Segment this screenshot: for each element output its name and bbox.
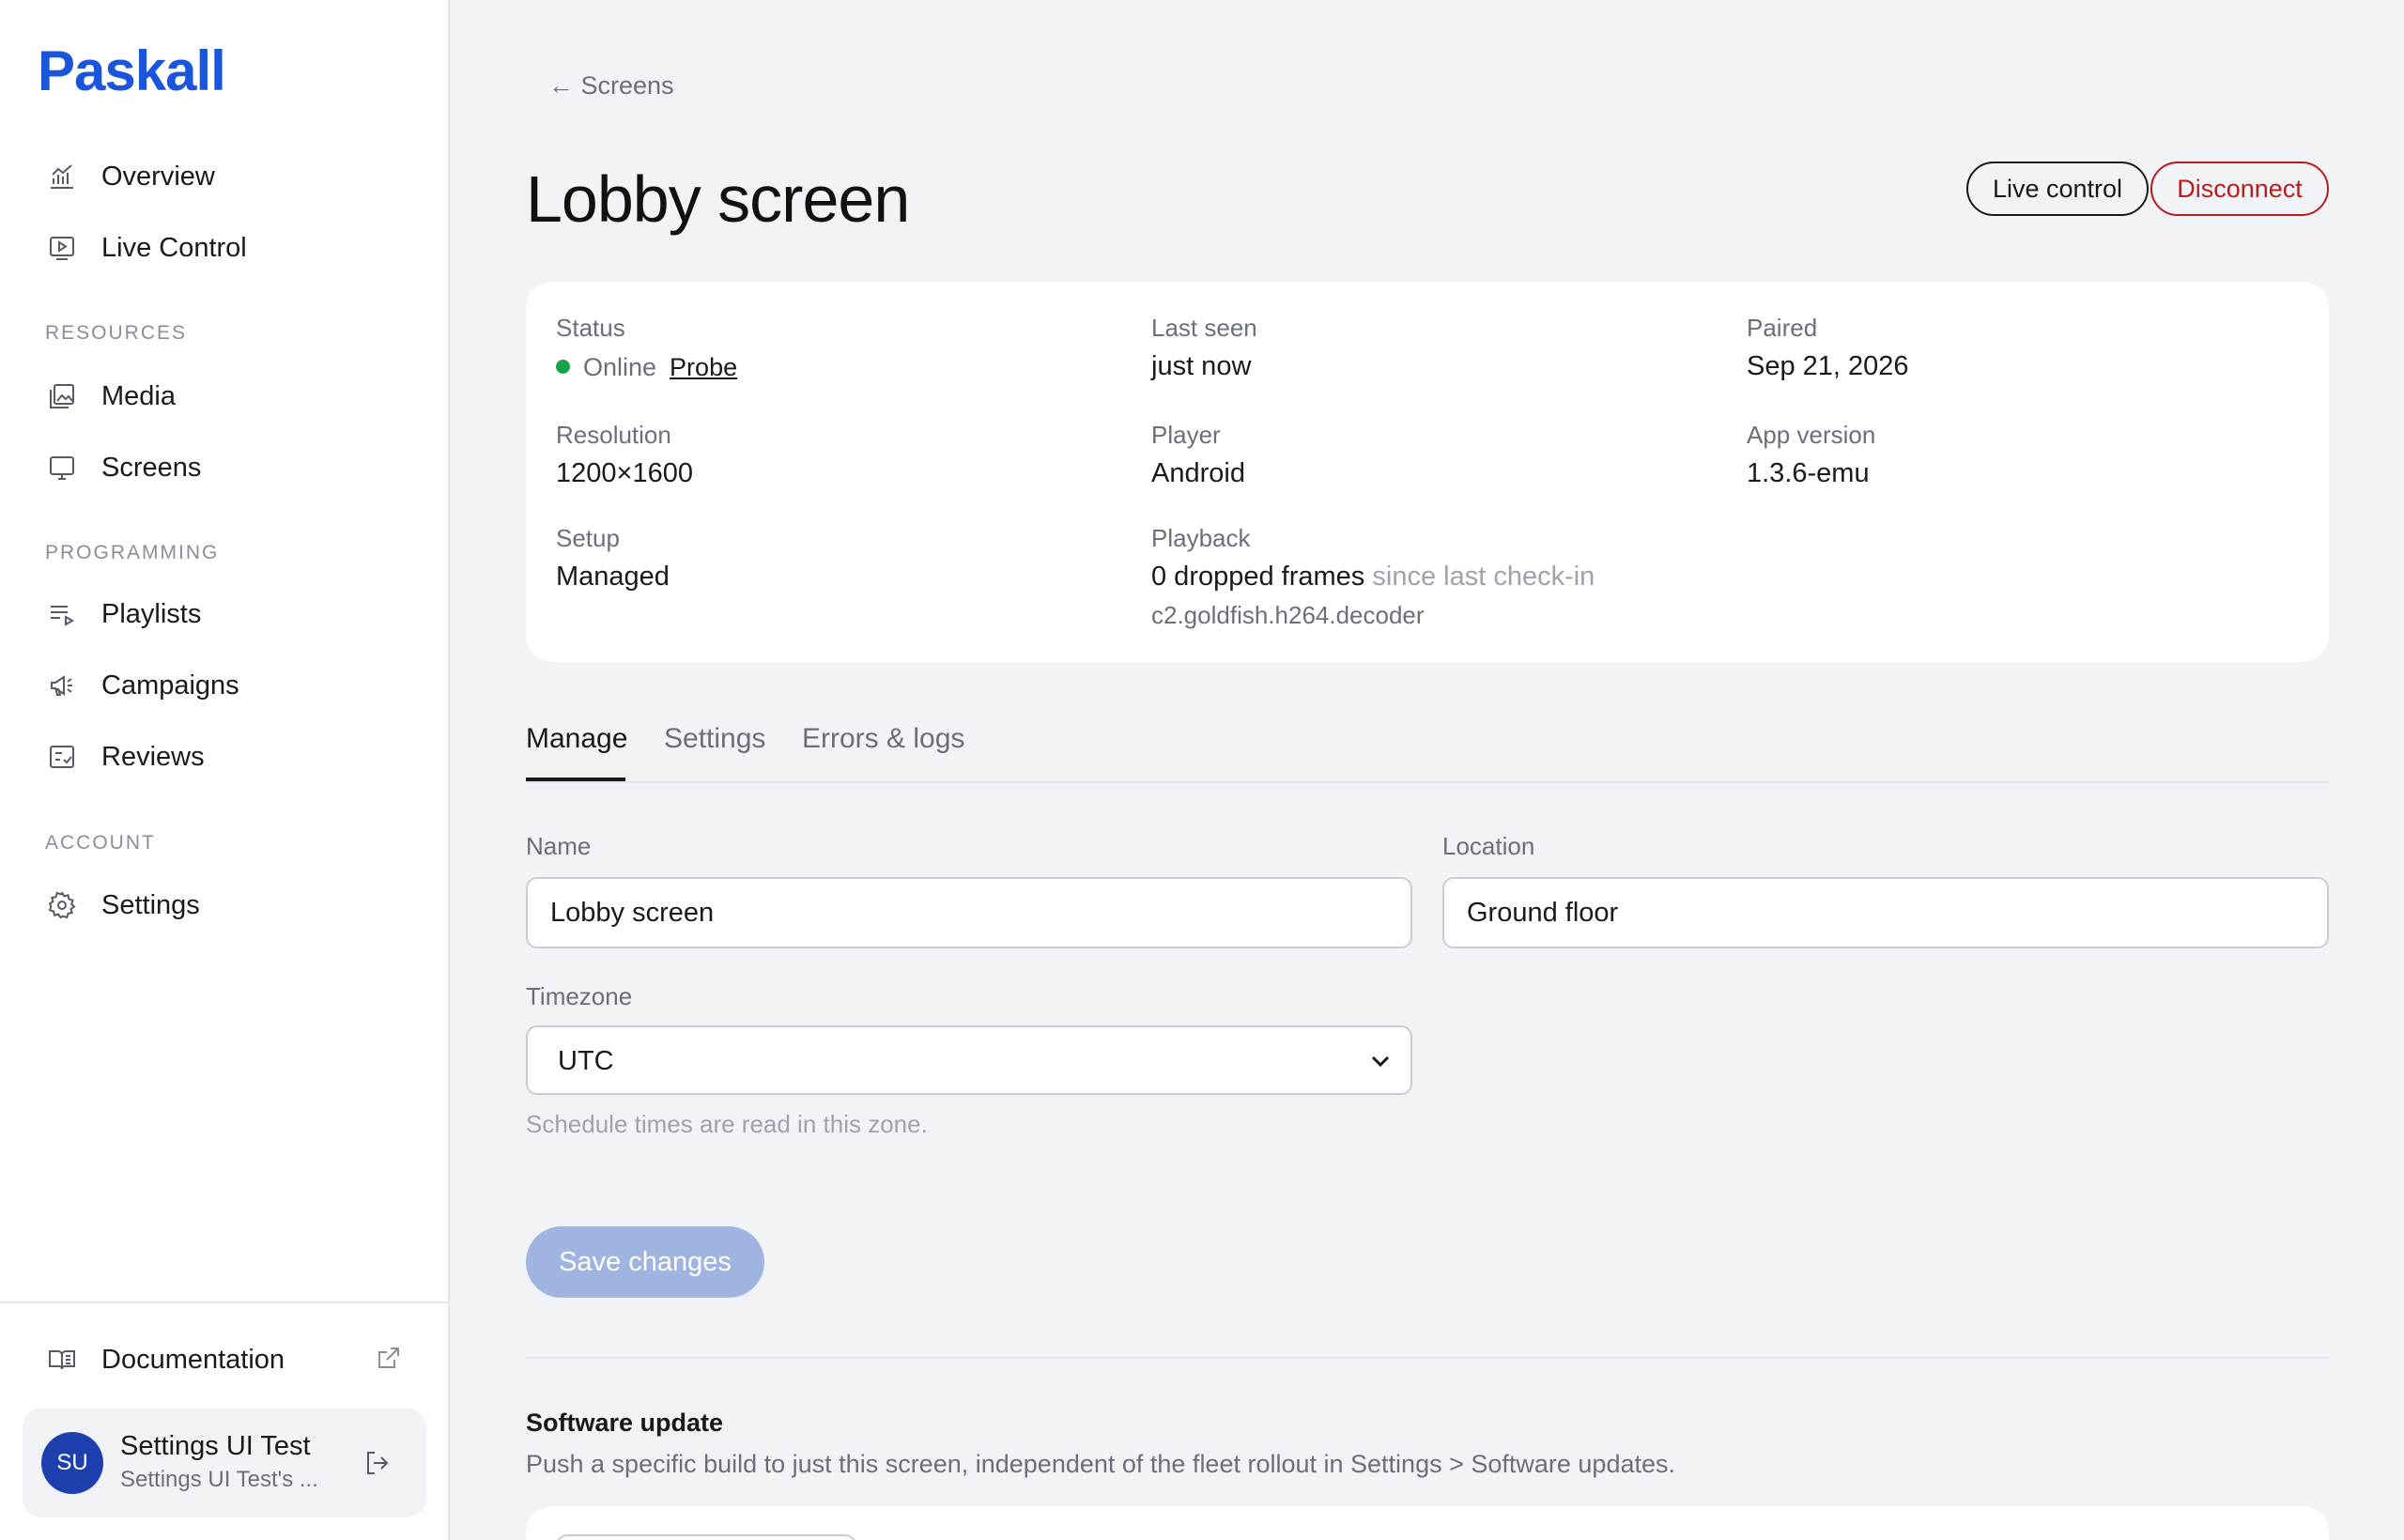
status-label: Status [556,314,625,342]
tab-settings[interactable]: Settings [664,723,765,781]
last-seen-label: Last seen [1151,314,1257,342]
sidebar-item-reviews[interactable]: Reviews [45,729,205,785]
paired-value: Sep 21, 2026 [1747,351,1909,381]
tab-bar: Manage Settings Errors & logs [526,723,2329,783]
user-card[interactable]: SU Settings UI Test Settings UI Test's .… [23,1409,426,1517]
book-icon [45,1343,79,1377]
last-seen-value: just now [1151,351,1252,381]
user-name: Settings UI Test [120,1431,311,1461]
disconnect-button[interactable]: Disconnect [2150,162,2329,216]
brand-logo[interactable]: Paskall [38,39,226,102]
section-label-programming: PROGRAMMING [45,542,220,563]
playback-value: 0 dropped frames since last check-in [1151,562,1595,593]
paired-label: Paired [1747,314,1818,342]
location-label: Location [1442,832,1535,860]
save-changes-button[interactable]: Save changes [526,1226,764,1298]
resolution-label: Resolution [556,421,671,449]
sidebar-divider [0,1301,448,1303]
user-org: Settings UI Test's ... [120,1467,318,1492]
location-input[interactable] [1442,877,2329,948]
timezone-label: Timezone [526,982,633,1010]
sidebar-item-label: Media [101,380,176,411]
section-label-account: ACCOUNT [45,832,156,854]
sidebar-item-label: Screens [101,452,202,483]
sidebar-item-label: Campaigns [101,670,239,701]
live-control-button[interactable]: Live control [1966,162,2149,216]
app-version-value: 1.3.6-emu [1747,458,1870,488]
probe-link[interactable]: Probe [670,353,737,381]
sidebar-item-label: Live Control [101,232,247,263]
setup-value: Managed [556,562,670,592]
megaphone-icon [45,669,79,702]
sidebar-item-campaigns[interactable]: Campaigns [45,657,239,714]
playback-dropped-frames: 0 dropped frames [1151,562,1365,592]
app-version-label: App version [1747,421,1876,449]
chevron-down-icon [1365,1046,1395,1076]
player-label: Player [1151,421,1221,449]
gear-icon [45,888,79,922]
status-dot [556,360,570,375]
name-label: Name [526,832,592,860]
avatar: SU [41,1432,103,1494]
sidebar-item-screens[interactable]: Screens [45,439,201,496]
timezone-selected-value: UTC [558,1046,614,1076]
monitor-icon [45,451,79,485]
decoder-value: c2.goldfish.h264.decoder [1151,601,1425,629]
sidebar-item-media[interactable]: Media [45,368,176,424]
playlist-icon [45,597,79,631]
chart-icon [45,160,79,193]
section-divider [526,1357,2329,1359]
sidebar-item-label: Playlists [101,598,202,629]
external-link-icon[interactable] [376,1345,402,1371]
tab-manage[interactable]: Manage [526,723,627,781]
name-input[interactable] [526,877,1412,948]
player-value: Android [1151,458,1245,488]
images-icon [45,379,79,413]
sidebar: Paskall Overview Live Control RESOURCES … [0,0,450,1540]
software-update-description: Push a specific build to just this scree… [526,1450,1675,1478]
brand-name: Paskall [38,39,226,102]
sidebar-item-label: Settings [101,889,200,920]
page-title: Lobby screen [526,162,910,236]
section-label-resources: RESOURCES [45,322,188,344]
sidebar-item-live-control[interactable]: Live Control [45,220,247,276]
software-update-title: Software update [526,1409,724,1437]
timezone-hint: Schedule times are read in this zone. [526,1110,928,1138]
status-online-text: Online [583,353,657,381]
sidebar-item-label: Reviews [101,741,205,772]
sidebar-item-documentation[interactable]: Documentation [45,1332,285,1388]
play-screen-icon [45,231,79,265]
sidebar-item-overview[interactable]: Overview [45,148,215,205]
software-update-control[interactable] [556,1534,856,1540]
back-link[interactable]: ← Screens [548,71,674,100]
playback-suffix: since last check-in [1372,562,1595,592]
sidebar-item-label: Documentation [101,1344,285,1375]
resolution-value: 1200×1600 [556,458,693,488]
checklist-icon [45,740,79,774]
sidebar-item-playlists[interactable]: Playlists [45,586,201,642]
tab-errors-logs[interactable]: Errors & logs [802,723,964,781]
timezone-select[interactable]: UTC [526,1025,1412,1095]
playback-label: Playback [1151,524,1251,552]
screen-info-card: Status Online Probe Last seen just now Pa… [526,282,2329,662]
logout-icon[interactable] [362,1448,394,1480]
status-value: Online Probe [556,353,737,382]
sidebar-item-settings[interactable]: Settings [45,877,200,933]
setup-label: Setup [556,524,620,552]
sidebar-item-label: Overview [101,161,215,192]
software-update-card [526,1506,2329,1540]
